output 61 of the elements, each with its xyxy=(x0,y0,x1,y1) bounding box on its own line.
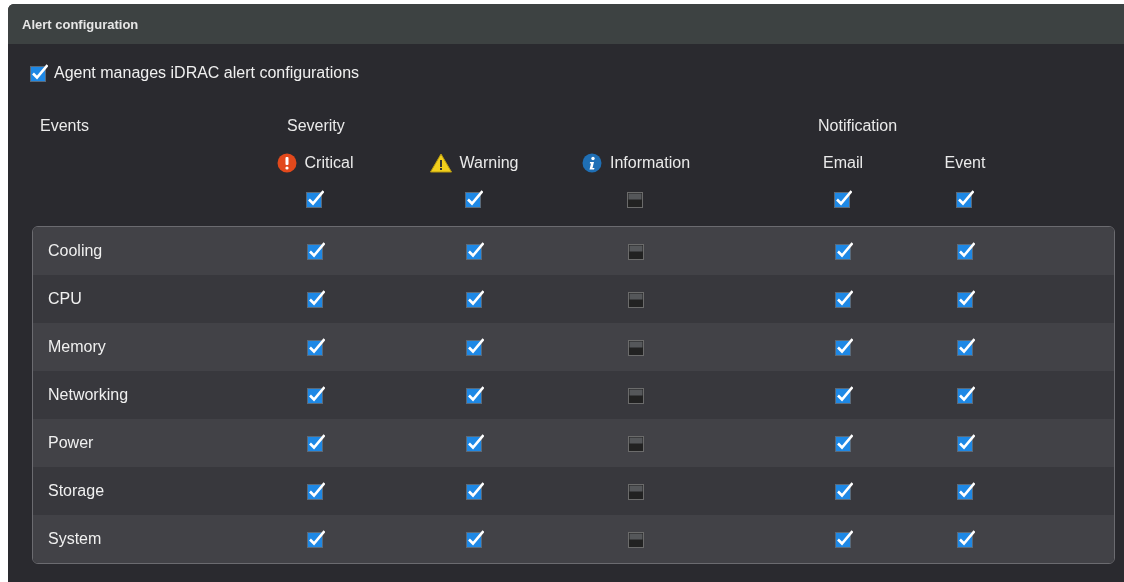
select-all-checkbox[interactable] xyxy=(627,190,645,208)
checkbox[interactable] xyxy=(835,290,853,308)
checkbox[interactable] xyxy=(628,434,646,452)
checkbox[interactable] xyxy=(307,290,325,308)
checkbox[interactable] xyxy=(30,64,48,82)
checkbox[interactable] xyxy=(835,338,853,356)
checkbox[interactable] xyxy=(307,242,325,260)
row-label: Cooling xyxy=(47,242,104,260)
group-heading: Severity xyxy=(286,117,346,135)
column-heading: Information xyxy=(582,153,691,173)
checkbox[interactable] xyxy=(466,386,484,404)
checkbox[interactable] xyxy=(957,482,975,500)
checkbox[interactable] xyxy=(628,482,646,500)
row-label: Networking xyxy=(47,386,130,404)
checkbox[interactable] xyxy=(957,338,975,356)
checkbox[interactable] xyxy=(466,338,484,356)
checkbox[interactable] xyxy=(628,338,646,356)
checkbox[interactable] xyxy=(957,290,975,308)
row-label: CPU xyxy=(47,290,83,308)
checkbox[interactable] xyxy=(835,530,853,548)
checkbox[interactable] xyxy=(307,338,325,356)
row-label: System xyxy=(47,530,103,548)
row-label: Power xyxy=(47,434,95,452)
checkbox[interactable] xyxy=(466,530,484,548)
select-all-checkbox[interactable] xyxy=(956,190,974,208)
checkbox[interactable] xyxy=(628,242,646,260)
checkbox[interactable] xyxy=(835,386,853,404)
checkbox[interactable] xyxy=(835,242,853,260)
checkbox[interactable] xyxy=(307,530,325,548)
column-heading: Warning xyxy=(429,153,519,173)
checkbox[interactable] xyxy=(466,434,484,452)
row-label: Storage xyxy=(47,482,106,500)
column-heading: Events xyxy=(39,117,90,135)
column-heading: Email xyxy=(823,154,863,172)
checkbox[interactable] xyxy=(466,482,484,500)
column-heading: Event xyxy=(944,154,986,172)
checkbox[interactable] xyxy=(466,290,484,308)
checkbox[interactable] xyxy=(628,530,646,548)
warning-icon xyxy=(429,153,452,173)
checkbox[interactable] xyxy=(628,290,646,308)
checkbox[interactable] xyxy=(307,482,325,500)
error-icon xyxy=(276,153,297,173)
panel-title: Alert configuration xyxy=(8,4,1124,44)
checkbox[interactable] xyxy=(307,434,325,452)
select-all-checkbox[interactable] xyxy=(306,190,324,208)
checkbox[interactable] xyxy=(957,434,975,452)
checkbox[interactable] xyxy=(957,242,975,260)
checkbox-label: Agent manages iDRAC alert configurations xyxy=(54,64,360,82)
checkbox[interactable] xyxy=(466,242,484,260)
checkbox[interactable] xyxy=(835,434,853,452)
row-label: Memory xyxy=(47,338,107,356)
checkbox[interactable] xyxy=(957,530,975,548)
group-heading: Notification xyxy=(817,117,899,135)
checkbox[interactable] xyxy=(835,482,853,500)
select-all-checkbox[interactable] xyxy=(465,190,483,208)
select-all-checkbox[interactable] xyxy=(834,190,852,208)
column-heading: Critical xyxy=(276,153,354,173)
checkbox[interactable] xyxy=(957,386,975,404)
checkbox[interactable] xyxy=(307,386,325,404)
checkbox[interactable] xyxy=(628,386,646,404)
info-icon xyxy=(582,153,602,173)
